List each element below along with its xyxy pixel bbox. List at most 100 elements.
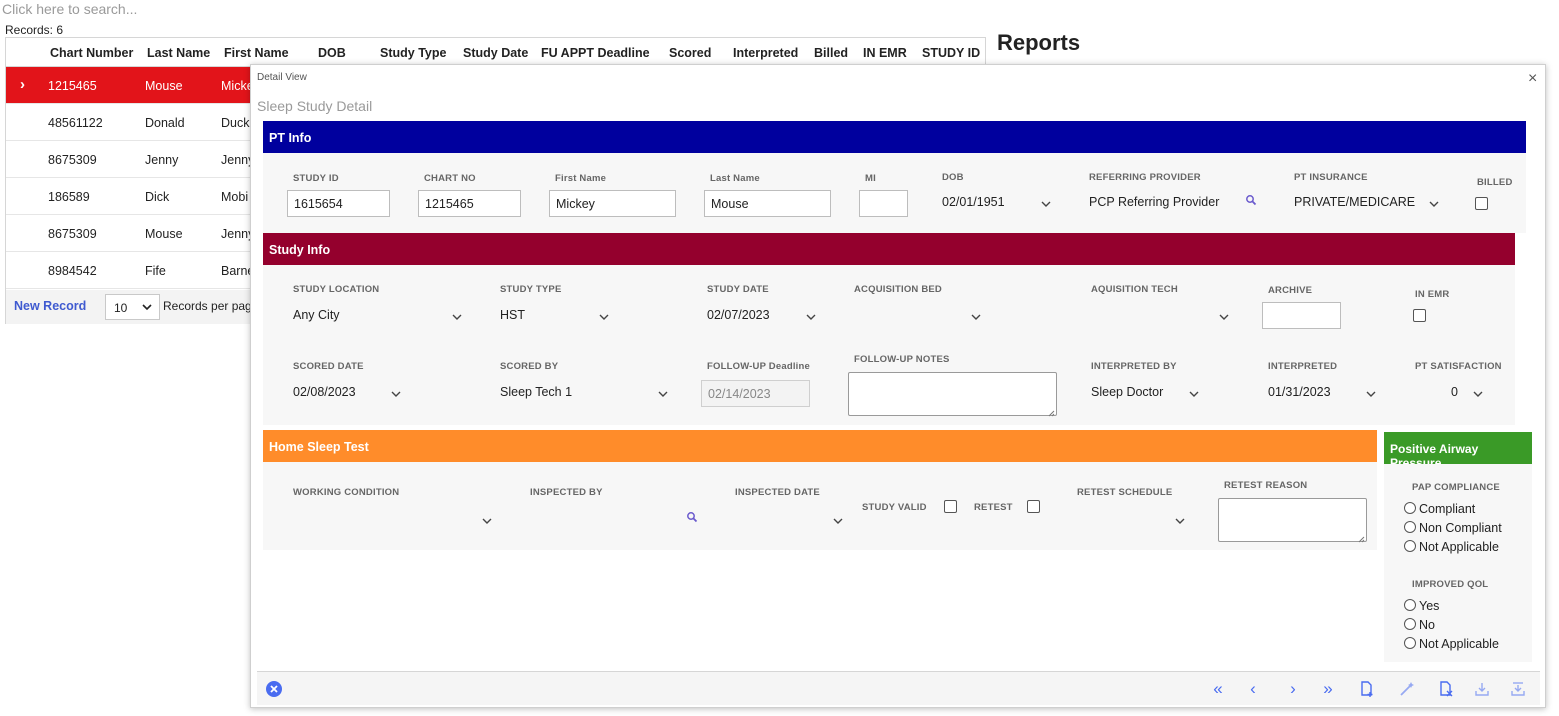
pap-compliance-label: PAP COMPLIANCE <box>1412 482 1500 493</box>
col-study-date[interactable]: Study Date <box>463 46 528 60</box>
cell-chart-number: 8675309 <box>48 153 97 167</box>
retest-checkbox[interactable] <box>1027 500 1040 513</box>
cell-last-name: Mouse <box>145 227 183 241</box>
inspected-date-select[interactable] <box>735 508 850 530</box>
delete-document-icon[interactable] <box>1437 680 1455 698</box>
last-name-input[interactable]: Mouse <box>704 190 831 217</box>
study-location-value: Any City <box>293 308 340 322</box>
radio-icon[interactable] <box>1404 637 1416 649</box>
chevron-down-icon <box>804 310 818 324</box>
qol-yes-radio[interactable]: Yes <box>1404 599 1439 613</box>
retest-reason-textarea[interactable] <box>1218 498 1367 543</box>
inspected-by-field[interactable] <box>530 508 700 530</box>
mi-label: MI <box>865 173 876 184</box>
inspected-by-label: INSPECTED BY <box>530 487 603 498</box>
resize-grip-icon[interactable] <box>1047 406 1055 417</box>
col-scored[interactable]: Scored <box>669 46 711 60</box>
interpreted-by-select[interactable]: Sleep Doctor <box>1091 381 1206 403</box>
search-icon[interactable] <box>1245 194 1257 206</box>
archive-input[interactable] <box>1262 302 1341 329</box>
in-emr-checkbox[interactable] <box>1413 309 1426 322</box>
pap-compliant-radio[interactable]: Compliant <box>1404 502 1475 516</box>
x-circle-icon[interactable] <box>265 680 283 698</box>
study-info-header: Study Info <box>263 233 1515 265</box>
radio-icon[interactable] <box>1404 521 1416 533</box>
col-study-id[interactable]: STUDY ID <box>922 46 980 60</box>
acquisition-tech-select[interactable] <box>1091 304 1236 326</box>
chart-no-input[interactable]: 1215465 <box>418 190 521 217</box>
search-icon[interactable] <box>686 511 698 523</box>
search-input[interactable]: Click here to search... <box>2 0 402 18</box>
col-fu-appt-deadline[interactable]: FU APPT Deadline <box>541 46 650 60</box>
retest-schedule-select[interactable] <box>1077 508 1192 530</box>
last-record-icon[interactable]: » <box>1319 680 1337 698</box>
study-info-section: STUDY LOCATION Any City STUDY TYPE HST S… <box>263 265 1515 425</box>
col-dob[interactable]: DOB <box>318 46 346 60</box>
col-last-name[interactable]: Last Name <box>147 46 210 60</box>
scored-by-value: Sleep Tech 1 <box>500 385 573 399</box>
first-name-input[interactable]: Mickey <box>549 190 676 217</box>
first-name-label: First Name <box>555 173 607 184</box>
next-record-icon[interactable]: › <box>1284 680 1302 698</box>
radio-icon[interactable] <box>1404 618 1416 630</box>
study-date-select[interactable]: 02/07/2023 <box>707 304 822 326</box>
col-study-type[interactable]: Study Type <box>380 46 446 60</box>
followup-deadline-input[interactable]: 02/14/2023 <box>701 380 810 407</box>
new-document-icon[interactable] <box>1358 680 1376 698</box>
chevron-down-icon <box>1217 310 1231 324</box>
home-sleep-test-header: Home Sleep Test <box>263 430 1377 462</box>
interpreted-by-label: INTERPRETED BY <box>1091 361 1177 372</box>
pt-satisfaction-label: PT SATISFACTION <box>1415 361 1502 372</box>
resize-grip-icon[interactable] <box>1357 532 1365 543</box>
radio-icon[interactable] <box>1404 502 1416 514</box>
col-in-emr[interactable]: IN EMR <box>863 46 907 60</box>
scored-by-select[interactable]: Sleep Tech 1 <box>500 381 675 403</box>
dob-value: 02/01/1951 <box>942 195 1005 209</box>
billed-label: BILLED <box>1477 177 1513 188</box>
edit-wand-icon[interactable] <box>1398 680 1416 698</box>
followup-notes-textarea[interactable] <box>848 372 1057 417</box>
chevron-down-icon <box>1039 197 1053 211</box>
grid-header: Chart Number Last Name First Name DOB St… <box>6 38 985 67</box>
first-record-icon[interactable]: « <box>1209 680 1227 698</box>
pap-not-applicable-radio[interactable]: Not Applicable <box>1404 540 1499 554</box>
chevron-right-icon: › <box>20 76 25 93</box>
save-icon[interactable] <box>1473 680 1491 698</box>
col-chart-number[interactable]: Chart Number <box>50 46 133 60</box>
pt-insurance-select[interactable]: PRIVATE/MEDICARE <box>1294 191 1442 213</box>
col-billed[interactable]: Billed <box>814 46 848 60</box>
study-location-select[interactable]: Any City <box>293 304 468 326</box>
radio-icon[interactable] <box>1404 540 1416 552</box>
radio-icon[interactable] <box>1404 599 1416 611</box>
cell-last-name: Dick <box>145 190 170 204</box>
working-condition-select[interactable] <box>293 508 493 530</box>
cell-last-name: Donald <box>145 116 185 130</box>
referring-provider-field[interactable]: PCP Referring Provider <box>1089 191 1259 213</box>
study-type-select[interactable]: HST <box>500 304 615 326</box>
cell-chart-number: 1215465 <box>48 79 97 93</box>
acquisition-bed-select[interactable] <box>854 304 989 326</box>
referring-provider-label: REFERRING PROVIDER <box>1089 172 1201 183</box>
pap-non-compliant-radio[interactable]: Non Compliant <box>1404 521 1502 535</box>
study-id-input[interactable]: 1615654 <box>287 190 390 217</box>
close-icon[interactable]: × <box>1528 70 1537 88</box>
previous-record-icon[interactable]: ‹ <box>1244 680 1262 698</box>
pt-satisfaction-select[interactable]: 0 <box>1451 381 1491 403</box>
page-size-select[interactable]: 10 <box>105 294 160 320</box>
col-first-name[interactable]: First Name <box>224 46 289 60</box>
scored-date-select[interactable]: 02/08/2023 <box>293 381 408 403</box>
dob-select[interactable]: 02/01/1951 <box>942 191 1057 213</box>
qol-not-applicable-radio[interactable]: Not Applicable <box>1404 637 1499 651</box>
pap-compliant-label: Compliant <box>1419 502 1476 516</box>
chevron-down-icon <box>140 300 154 314</box>
reports-title[interactable]: Reports <box>997 30 1080 56</box>
study-type-value: HST <box>500 308 525 322</box>
col-interpreted[interactable]: Interpreted <box>733 46 798 60</box>
interpreted-date-select[interactable]: 01/31/2023 <box>1268 381 1383 403</box>
qol-no-radio[interactable]: No <box>1404 618 1435 632</box>
save-close-icon[interactable] <box>1509 680 1527 698</box>
study-valid-checkbox[interactable] <box>944 500 957 513</box>
billed-checkbox[interactable] <box>1475 197 1488 210</box>
new-record-link[interactable]: New Record <box>14 299 86 313</box>
mi-input[interactable] <box>859 190 908 217</box>
